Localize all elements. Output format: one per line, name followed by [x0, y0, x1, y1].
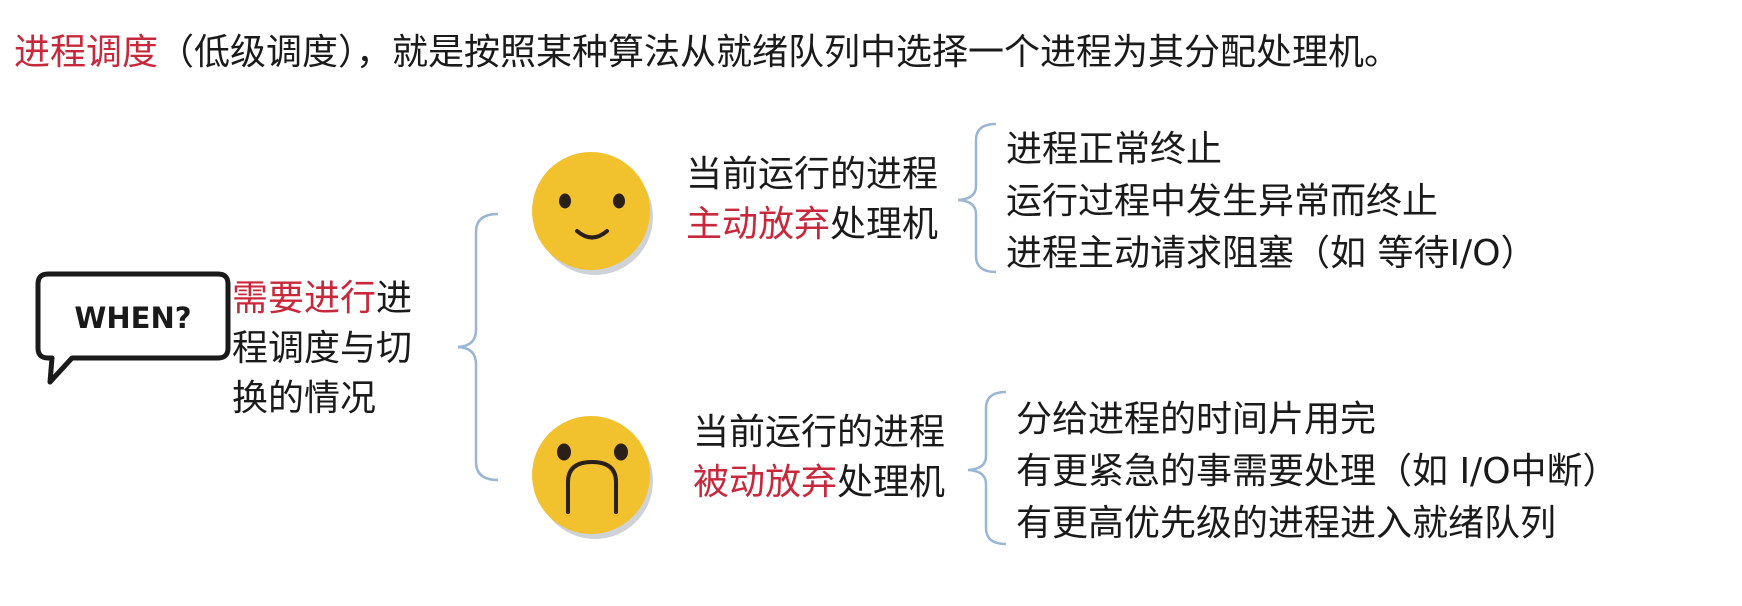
list-item: 进程正常终止: [1006, 129, 1223, 170]
branch-highlight: 主动放弃: [686, 204, 831, 245]
branch-highlight: 被动放弃: [693, 462, 838, 503]
smiley-face-icon: [532, 152, 653, 275]
branch-suffix: 处理机: [830, 204, 939, 245]
list-item: 分给进程的时间片用完: [1016, 399, 1377, 440]
branch-suffix: 处理机: [837, 462, 946, 503]
branch-active-abandon: 当前运行的进程主动放弃处理机: [686, 150, 946, 250]
passive-brace: [967, 390, 1007, 546]
page-title: 进程调度（低级调度），就是按照某种算法从就绪队列中选择一个进程为其分配处理机。: [14, 28, 1400, 78]
list-item: 运行过程中发生异常而终止: [1006, 181, 1439, 222]
root-node: 需要进行进程调度与切换的情况: [232, 274, 432, 424]
list-item: 有更高优先级的进程进入就绪队列: [1016, 503, 1557, 544]
title-rest: （低级调度），就是按照某种算法从就绪队列中选择一个进程为其分配处理机。: [158, 32, 1401, 73]
active-reasons-list: 进程正常终止 运行过程中发生异常而终止 进程主动请求阻塞（如 等待I/O）: [1006, 124, 1537, 280]
branch-prefix: 当前运行的进程: [686, 154, 939, 195]
passive-reasons-list: 分给进程的时间片用完 有更紧急的事需要处理（如 I/O中断） 有更高优先级的进程…: [1016, 394, 1619, 550]
root-brace: [457, 212, 499, 482]
when-speech-bubble-icon: WHEN?: [35, 271, 231, 385]
title-highlight: 进程调度: [14, 32, 159, 73]
branch-prefix: 当前运行的进程: [693, 412, 946, 453]
frowning-face-icon: [532, 416, 653, 539]
list-item: 进程主动请求阻塞（如 等待I/O）: [1006, 233, 1537, 274]
active-brace: [957, 122, 997, 274]
when-badge-text: WHEN?: [74, 301, 191, 335]
branch-passive-abandon: 当前运行的进程被动放弃处理机: [693, 408, 953, 508]
root-highlight: 需要进行: [232, 278, 377, 319]
list-item: 有更紧急的事需要处理（如 I/O中断）: [1016, 451, 1619, 492]
